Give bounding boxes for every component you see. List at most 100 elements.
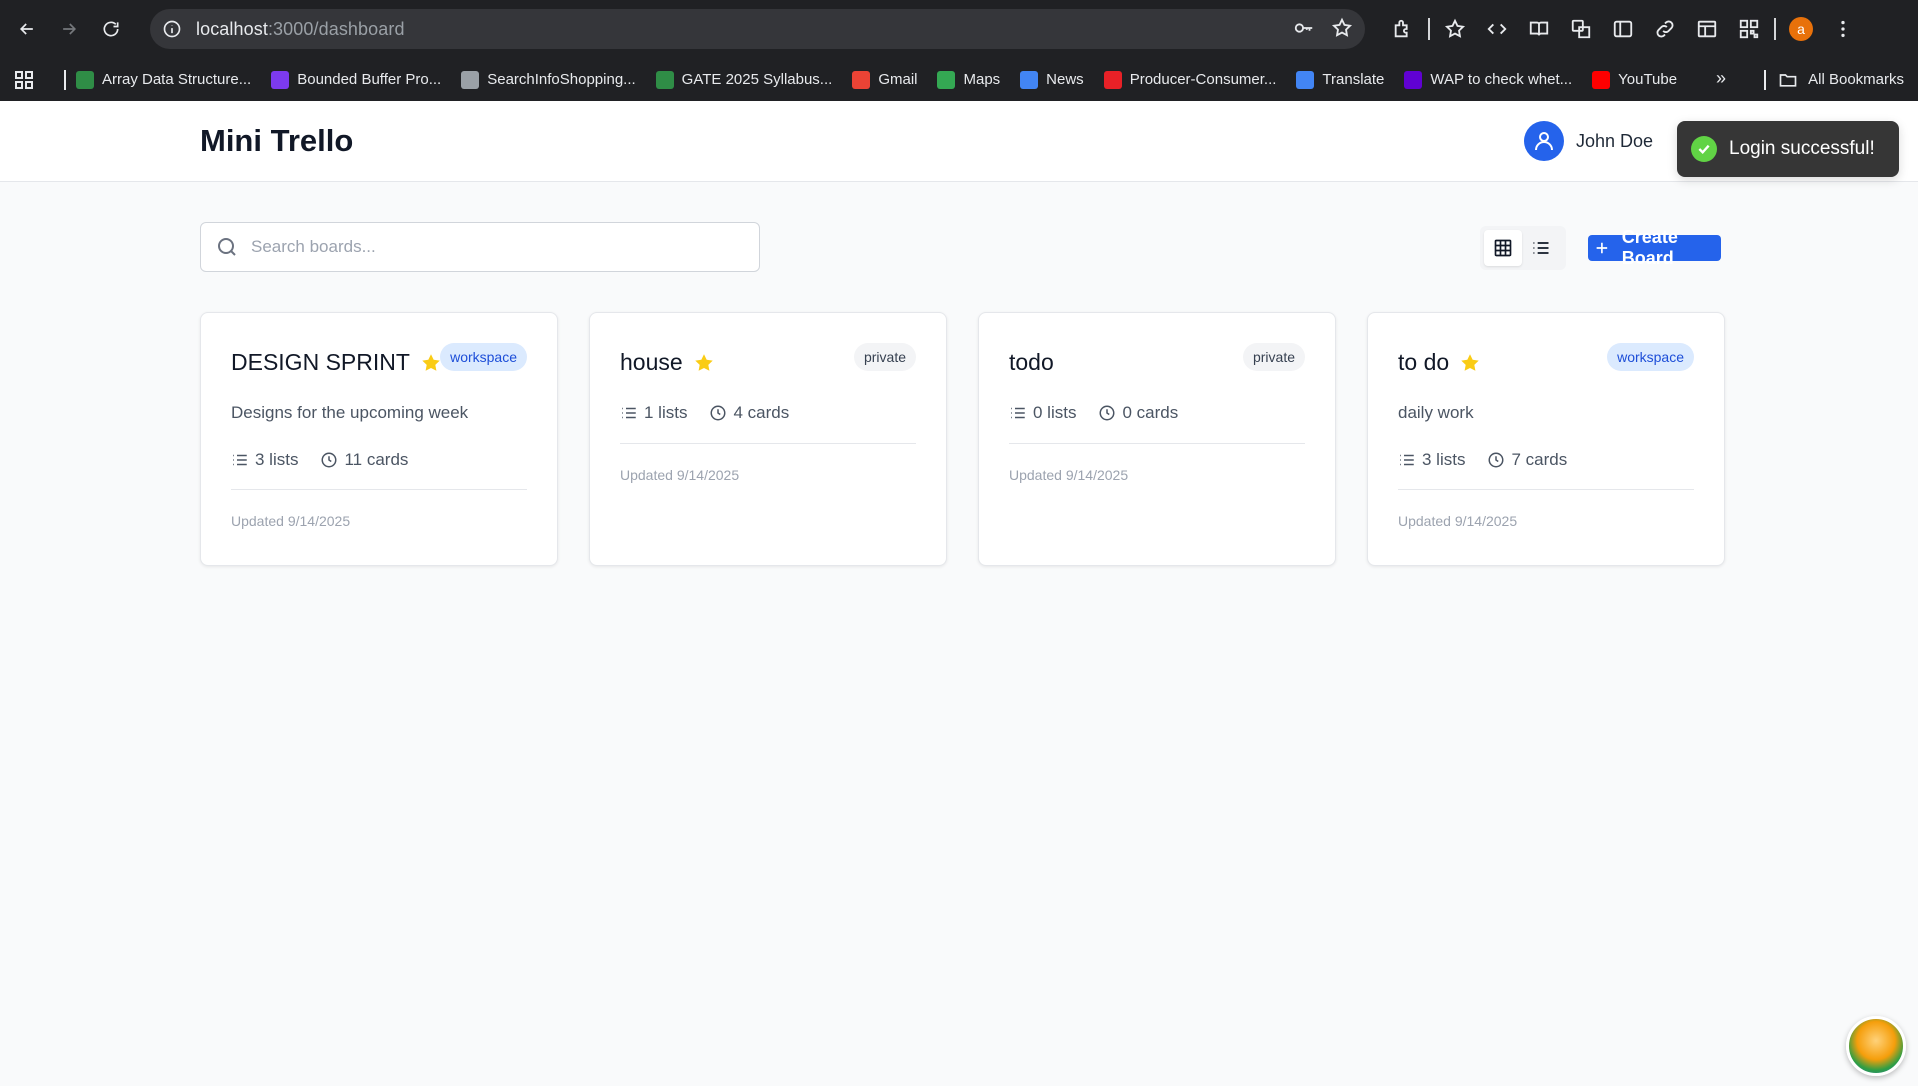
gfg-icon bbox=[76, 70, 94, 89]
updated-date: Updated 9/14/2025 bbox=[1398, 513, 1518, 529]
reader-mode-icon[interactable] bbox=[1518, 14, 1560, 44]
bookmark-item[interactable]: Bounded Buffer Pro... bbox=[271, 70, 442, 89]
yahoo-icon bbox=[1404, 70, 1423, 89]
bookmark-label: YouTube bbox=[1618, 71, 1678, 88]
forward-button[interactable] bbox=[54, 14, 84, 44]
list-view-button[interactable] bbox=[1522, 230, 1560, 266]
bookmark-item[interactable]: Gmail bbox=[852, 70, 917, 89]
youtube-icon bbox=[1592, 70, 1611, 89]
bookmark-label: WAP to check whet... bbox=[1430, 71, 1573, 88]
user-avatar[interactable] bbox=[1524, 121, 1564, 161]
all-bookmarks[interactable]: All Bookmarks bbox=[1764, 58, 1904, 101]
translate-page-icon[interactable] bbox=[1560, 14, 1602, 44]
bookmark-item[interactable]: WAP to check whet... bbox=[1404, 70, 1573, 89]
updated-date: Updated 9/14/2025 bbox=[620, 467, 740, 483]
board-stats: 1 lists 4 cards bbox=[620, 403, 811, 423]
password-key-icon[interactable] bbox=[1293, 17, 1315, 39]
bookmark-item[interactable]: Producer-Consumer... bbox=[1103, 70, 1277, 89]
grid-view-button[interactable] bbox=[1484, 230, 1522, 266]
tesla-icon bbox=[1103, 70, 1122, 89]
bookmark-item[interactable]: Array Data Structure... bbox=[76, 70, 252, 89]
app-title[interactable]: Mini Trello bbox=[200, 123, 353, 159]
bookmarks-bar: Array Data Structure... Bounded Buffer Pr… bbox=[0, 58, 1918, 101]
user-icon bbox=[1535, 132, 1553, 151]
cards-count: 11 cards bbox=[344, 450, 409, 469]
board-card[interactable]: house private 1 lists 4 cards Updated 9/14/2… bbox=[589, 312, 947, 566]
side-panel-icon[interactable] bbox=[1602, 14, 1644, 44]
bookmark-item[interactable]: GATE 2025 Syllabus... bbox=[655, 70, 833, 89]
bookmark-label: SearchInfoShopping... bbox=[487, 71, 636, 88]
folder-icon bbox=[1779, 73, 1797, 87]
browser-menu-icon[interactable] bbox=[1822, 14, 1864, 44]
lists-count: 3 lists bbox=[255, 450, 299, 469]
profile-avatar[interactable]: a bbox=[1780, 14, 1822, 44]
divider bbox=[1398, 489, 1694, 490]
board-stats: 0 lists 0 cards bbox=[1009, 403, 1200, 423]
link-icon[interactable] bbox=[1644, 14, 1686, 44]
search-input[interactable] bbox=[251, 237, 731, 257]
starred-extension-icon[interactable] bbox=[1434, 14, 1476, 44]
list-icon bbox=[1398, 451, 1422, 469]
board-title: todo bbox=[1009, 349, 1054, 375]
address-bar[interactable]: localhost:3000/dashboard bbox=[150, 9, 1365, 49]
back-button[interactable] bbox=[12, 14, 42, 44]
site-info-icon[interactable] bbox=[162, 19, 182, 39]
qr-code-icon[interactable] bbox=[1728, 14, 1770, 44]
bookmark-label: Bounded Buffer Pro... bbox=[297, 71, 442, 88]
board-title: to do bbox=[1398, 349, 1450, 375]
board-title-row: DESIGN SPRINT bbox=[231, 349, 442, 376]
studytonight-icon bbox=[271, 70, 290, 89]
divider bbox=[620, 443, 916, 444]
clock-icon bbox=[1487, 451, 1511, 469]
create-board-button[interactable]: Create Board bbox=[1588, 227, 1721, 268]
reload-button[interactable] bbox=[96, 14, 126, 44]
apps-grid-icon[interactable] bbox=[12, 68, 36, 92]
bookmark-label: Producer-Consumer... bbox=[1129, 71, 1277, 88]
code-icon[interactable] bbox=[1476, 14, 1518, 44]
bookmark-label: GATE 2025 Syllabus... bbox=[681, 71, 833, 88]
bookmark-label: Translate bbox=[1322, 71, 1385, 88]
clock-icon bbox=[709, 404, 733, 422]
list-icon bbox=[1009, 404, 1033, 422]
search-boards-field[interactable] bbox=[200, 222, 760, 272]
extensions-puzzle-icon[interactable] bbox=[1382, 14, 1424, 44]
floating-assistant-icon[interactable] bbox=[1846, 1016, 1906, 1076]
view-toggle bbox=[1480, 226, 1566, 270]
success-check-icon bbox=[1691, 136, 1717, 162]
plus-icon bbox=[1596, 242, 1608, 254]
bookmark-item[interactable]: SearchInfoShopping... bbox=[461, 70, 636, 89]
updated-date: Updated 9/14/2025 bbox=[1009, 467, 1129, 483]
url-text[interactable]: localhost:3000/dashboard bbox=[196, 19, 405, 40]
toast-notification: Login successful! bbox=[1677, 121, 1899, 177]
board-card[interactable]: to do workspace daily work 3 lists 7 cards Up… bbox=[1367, 312, 1725, 566]
visibility-badge: private bbox=[853, 343, 916, 371]
list-icon bbox=[620, 404, 644, 422]
board-card[interactable]: todo private 0 lists 0 cards Updated 9/14/20… bbox=[978, 312, 1336, 566]
globe-icon bbox=[461, 70, 480, 89]
divider bbox=[231, 489, 527, 490]
board-description: daily work bbox=[1398, 403, 1474, 422]
bookmark-item[interactable]: YouTube bbox=[1592, 70, 1678, 89]
bookmark-label: Maps bbox=[963, 71, 1001, 88]
table-layout-icon[interactable] bbox=[1686, 14, 1728, 44]
board-stats: 3 lists 11 cards bbox=[231, 450, 430, 470]
board-title-row: todo bbox=[1009, 349, 1054, 376]
star-icon[interactable] bbox=[1459, 352, 1481, 374]
bookmark-item[interactable]: News bbox=[1020, 70, 1084, 89]
toast-message: Login successful! bbox=[1729, 138, 1875, 159]
star-icon[interactable] bbox=[693, 352, 715, 374]
divider bbox=[1009, 443, 1305, 444]
bookmark-label: Array Data Structure... bbox=[102, 71, 252, 88]
more-bookmarks-chevron-icon[interactable]: » bbox=[1716, 68, 1726, 89]
board-title: house bbox=[620, 349, 683, 375]
browser-chrome: localhost:3000/dashboard a Array Data St… bbox=[0, 0, 1918, 101]
maps-icon bbox=[937, 70, 956, 89]
bookmark-item[interactable]: Maps bbox=[937, 70, 1001, 89]
board-card[interactable]: DESIGN SPRINT workspace Designs for the up… bbox=[200, 312, 558, 566]
board-description: Designs for the upcoming week bbox=[231, 403, 469, 422]
lists-count: 1 lists bbox=[644, 403, 688, 422]
user-menu[interactable]: John Doe bbox=[1524, 121, 1653, 161]
bookmark-star-icon[interactable] bbox=[1331, 17, 1353, 39]
star-icon[interactable] bbox=[420, 352, 442, 374]
bookmark-item[interactable]: Translate bbox=[1296, 70, 1385, 89]
